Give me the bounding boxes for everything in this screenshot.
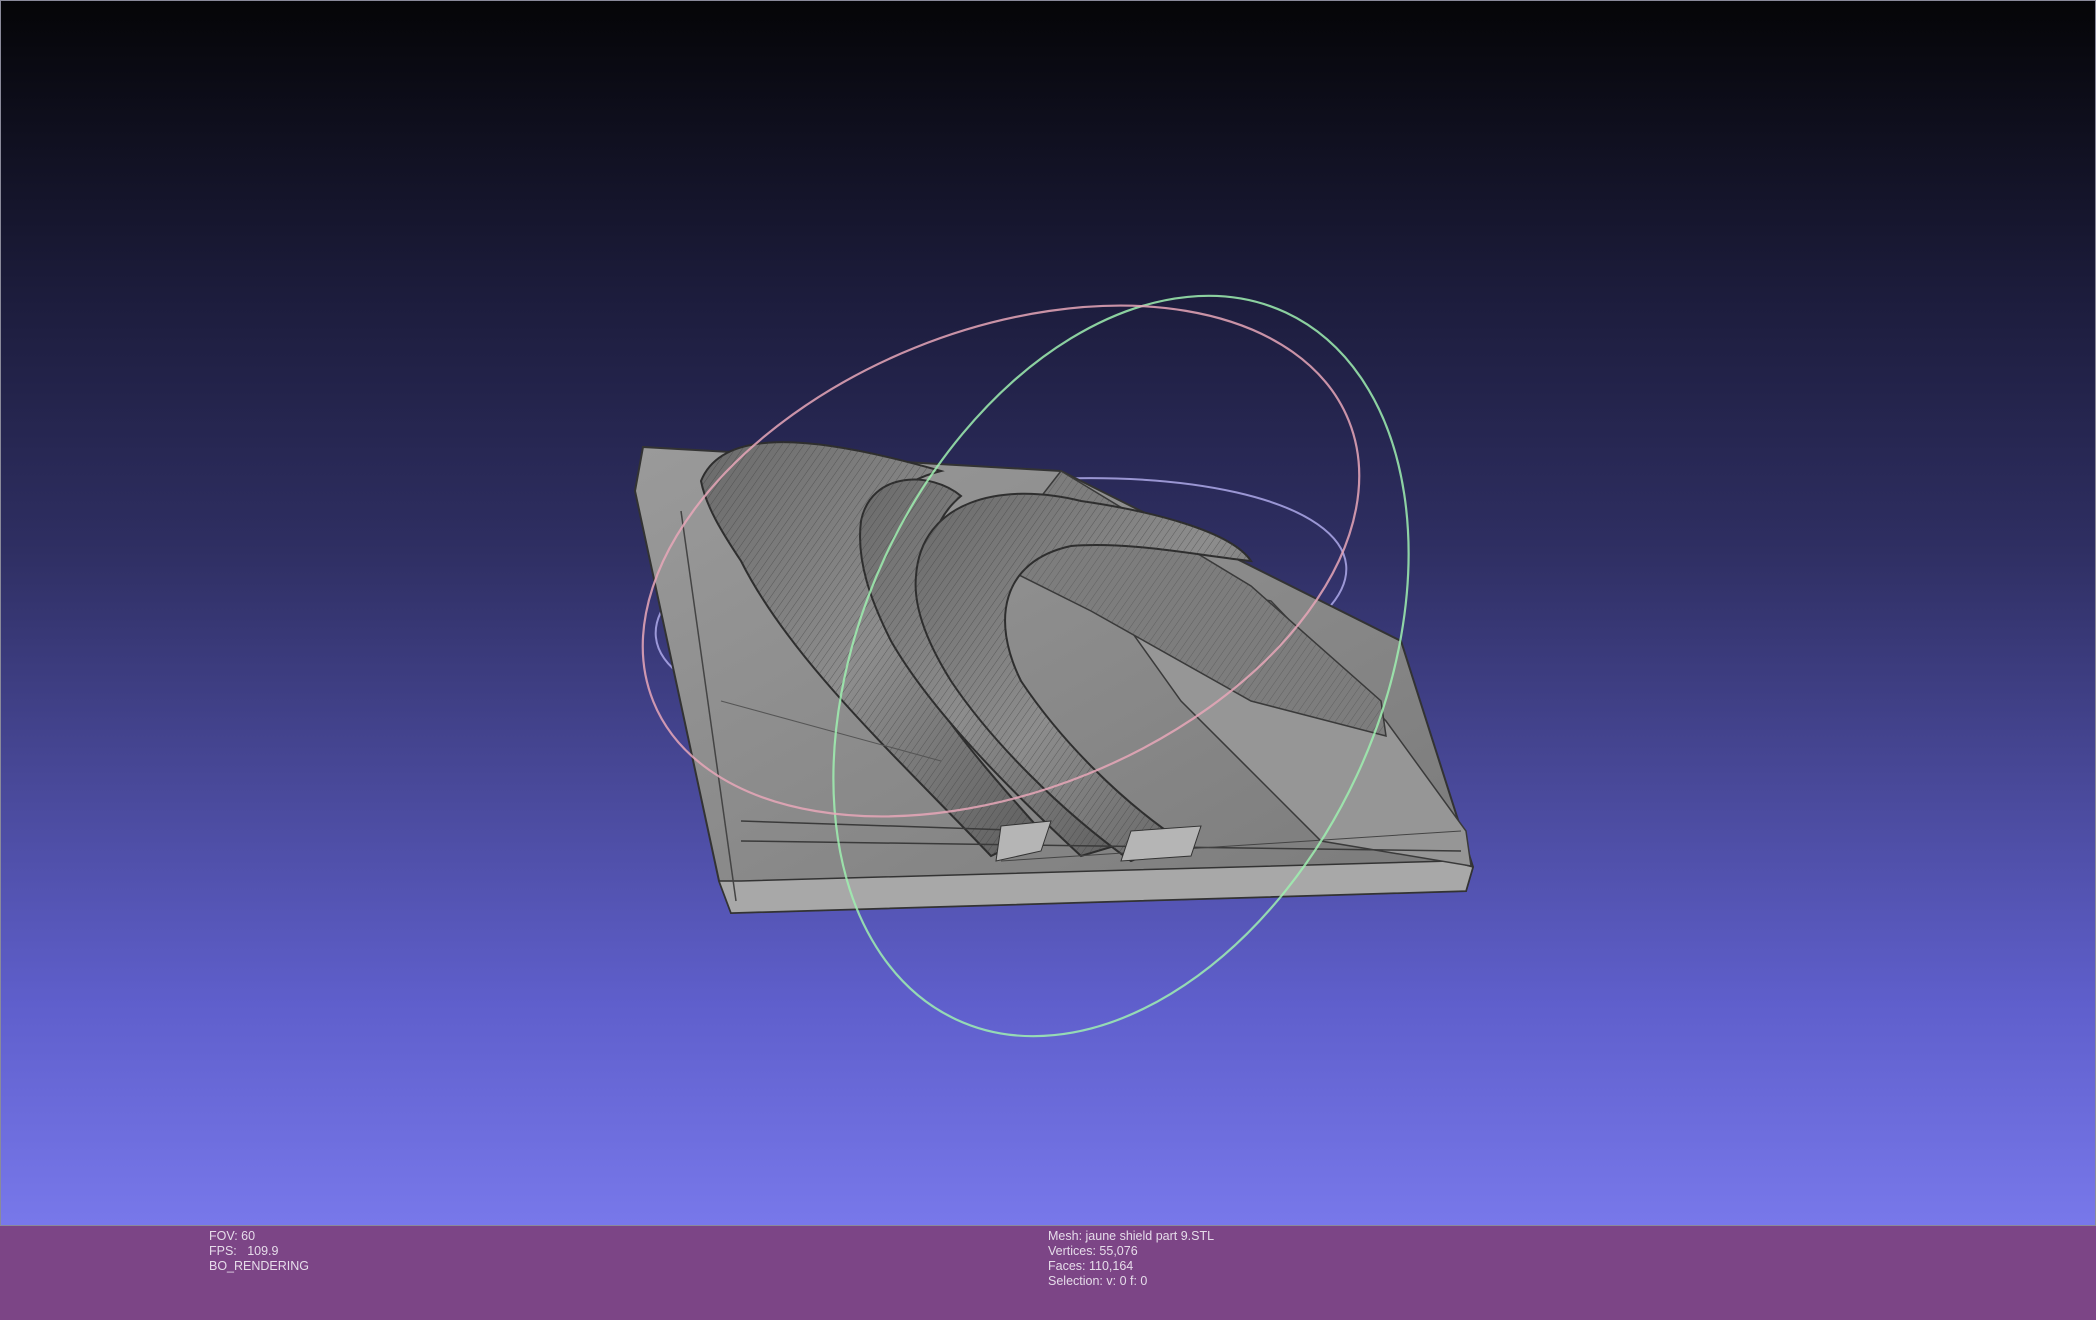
render-info: FOV: 60 FPS: 109.9 BO_RENDERING [209,1229,309,1274]
faces-readout: Faces: 110,164 [1048,1259,1134,1273]
shield-mesh[interactable] [633,441,1475,915]
fov-readout: FOV: 60 [209,1229,256,1243]
selection-readout: Selection: v: 0 f: 0 [1048,1274,1148,1288]
mesh-info: Mesh: jaune shield part 9.STL Vertices: … [1048,1229,1214,1289]
mesh-scene[interactable] [1,1,2096,1227]
vertices-readout: Vertices: 55,076 [1048,1244,1138,1258]
fps-readout: FPS: 109.9 [209,1244,279,1258]
3d-viewport[interactable] [0,0,2096,1226]
mesh-name-readout: Mesh: jaune shield part 9.STL [1048,1229,1215,1243]
render-mode-readout: BO_RENDERING [209,1259,310,1273]
status-info-bar: FOV: 60 FPS: 109.9 BO_RENDERING Mesh: ja… [0,1226,2096,1320]
